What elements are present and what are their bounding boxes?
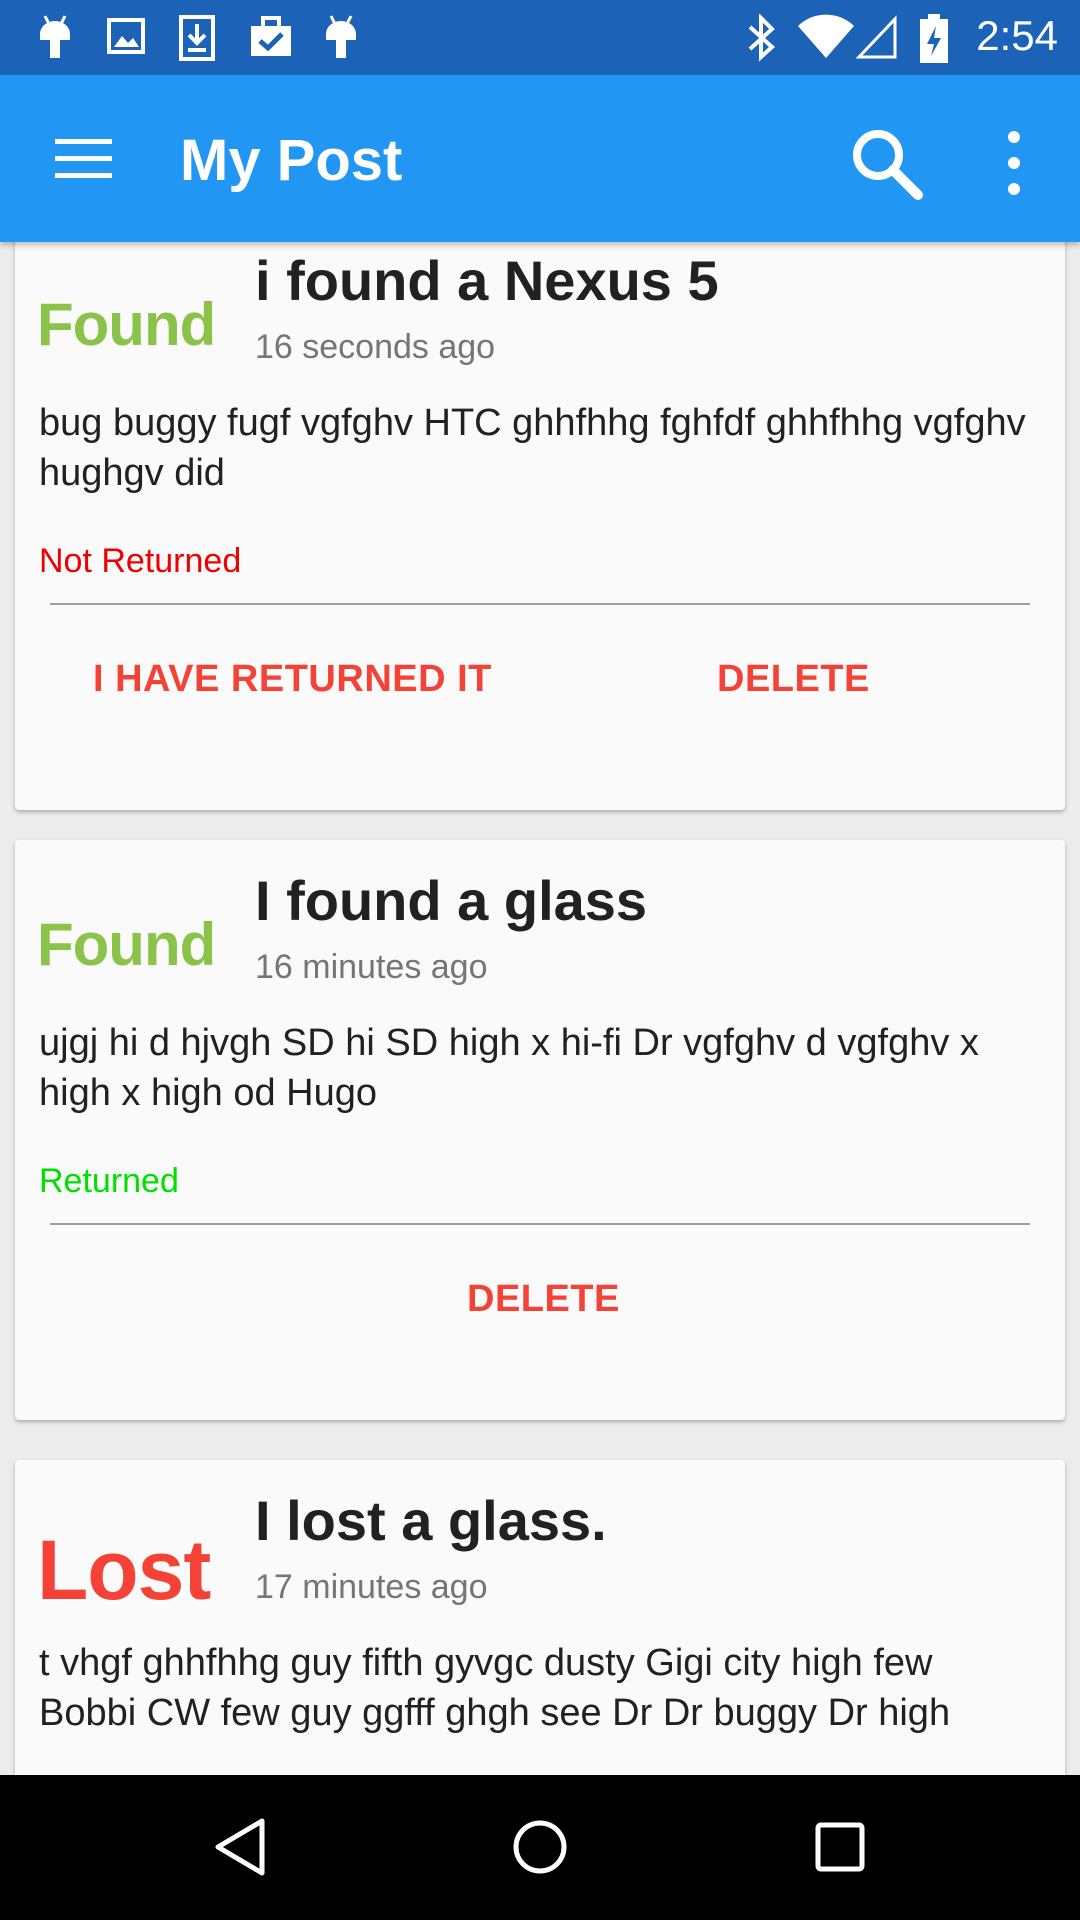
delete-button[interactable]: DELETE xyxy=(717,658,870,701)
post-title: I lost a glass. xyxy=(255,1489,607,1552)
divider xyxy=(50,603,1030,605)
post-card[interactable]: Found I found a glass 16 minutes ago ujg… xyxy=(15,840,1065,1420)
post-title: I found a glass xyxy=(255,869,648,932)
recents-icon[interactable] xyxy=(812,1815,868,1879)
post-badge: Lost xyxy=(37,1523,211,1617)
more-options-icon[interactable] xyxy=(1000,127,1028,199)
mark-returned-button[interactable]: I HAVE RETURNED IT xyxy=(93,658,492,701)
download-icon xyxy=(179,15,215,61)
post-time: 17 minutes ago xyxy=(255,1568,488,1606)
image-icon xyxy=(107,18,145,54)
status-bar: 2:54 xyxy=(0,0,1080,75)
post-list[interactable]: Found i found a Nexus 5 16 seconds ago b… xyxy=(0,242,1080,1775)
post-card[interactable]: Found i found a Nexus 5 16 seconds ago b… xyxy=(15,242,1065,810)
status-time: 2:54 xyxy=(976,12,1058,59)
delete-button[interactable]: DELETE xyxy=(467,1278,620,1321)
android-icon xyxy=(326,15,356,58)
wifi-icon xyxy=(798,14,854,58)
post-body: t vhgf ghhfhhg guy fifth gyvgc dusty Gig… xyxy=(39,1642,951,1734)
post-card[interactable]: Lost I lost a glass. 17 minutes ago t vh… xyxy=(15,1460,1065,1775)
search-icon[interactable] xyxy=(848,125,924,201)
post-time: 16 seconds ago xyxy=(255,328,496,366)
post-status: Returned xyxy=(39,1162,179,1200)
post-badge: Found xyxy=(37,291,216,358)
menu-icon[interactable] xyxy=(55,137,112,181)
divider xyxy=(50,1223,1030,1225)
post-status: Not Returned xyxy=(39,542,242,580)
page-title: My Post xyxy=(180,128,403,193)
app-bar: My Post xyxy=(0,75,1080,242)
post-time: 16 minutes ago xyxy=(255,948,488,986)
battery-charging-icon xyxy=(920,14,948,63)
post-body: ujgj hi d hjvgh SD hi SD high x hi-fi Dr… xyxy=(39,1022,979,1114)
android-icon xyxy=(40,15,70,58)
home-icon[interactable] xyxy=(508,1815,572,1879)
navigation-bar xyxy=(0,1775,1080,1920)
post-title: i found a Nexus 5 xyxy=(255,249,719,312)
post-body: bug buggy fugf vgfghv HTC ghhfhhg fghfdf… xyxy=(39,402,1026,494)
cell-signal-icon xyxy=(856,15,897,59)
back-icon[interactable] xyxy=(210,1815,270,1879)
clipboard-check-icon xyxy=(251,16,291,56)
post-badge: Found xyxy=(37,911,216,978)
bluetooth-icon xyxy=(748,14,775,62)
